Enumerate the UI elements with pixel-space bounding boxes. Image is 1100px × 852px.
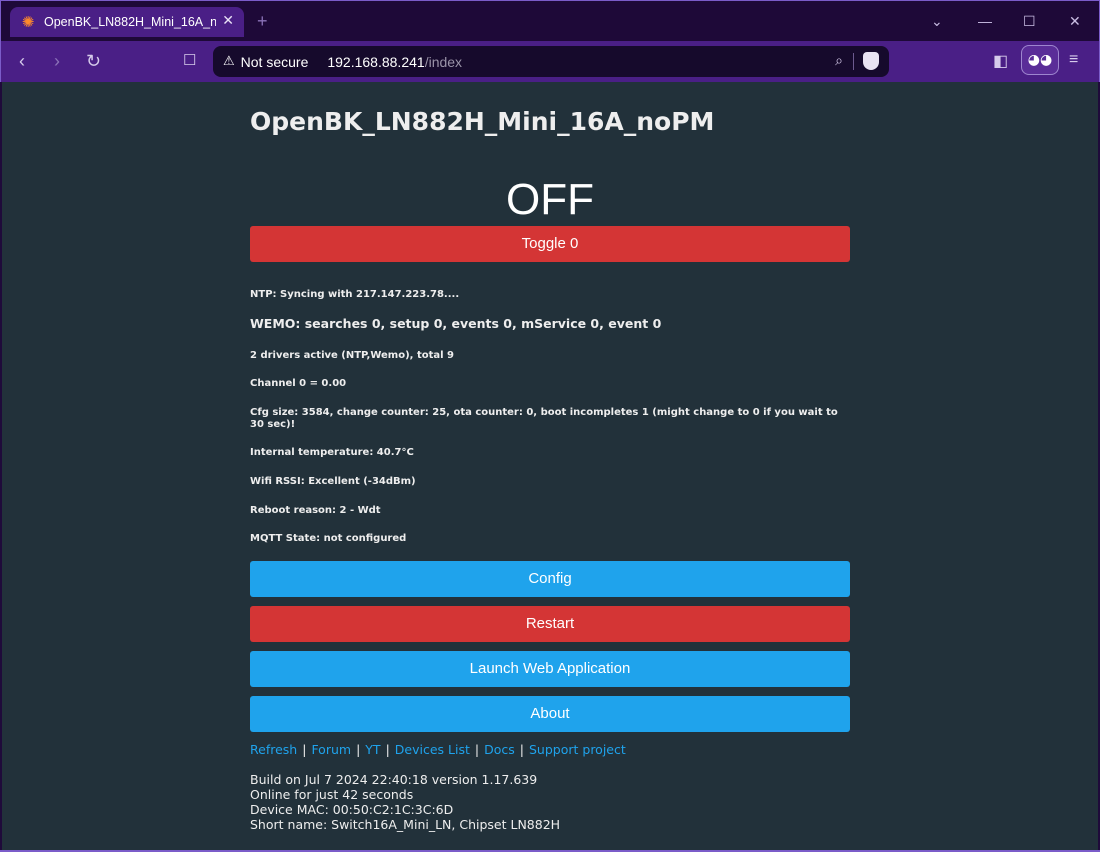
link-separator: | xyxy=(474,742,480,757)
sidebar-icon[interactable]: ◧ xyxy=(993,51,1008,71)
drivers-status: 2 drivers active (NTP,Wemo), total 9 xyxy=(250,350,454,361)
link-separator: | xyxy=(356,742,361,757)
docs-link[interactable]: Docs xyxy=(484,742,515,757)
link-separator: | xyxy=(519,742,524,757)
reload-icon[interactable]: ↻ xyxy=(86,51,101,72)
config-button[interactable]: Config xyxy=(250,561,850,597)
relay-state: OFF xyxy=(506,175,594,224)
temperature-status: Internal temperature: 40.7°C xyxy=(250,447,414,458)
forward-icon[interactable]: › xyxy=(54,51,60,72)
reboot-reason-status: Reboot reason: 2 - Wdt xyxy=(250,505,381,516)
divider xyxy=(853,53,854,70)
security-indicator[interactable]: Not secure xyxy=(241,54,309,70)
channel-status: Channel 0 = 0.00 xyxy=(250,378,347,389)
yt-link[interactable]: YT xyxy=(365,742,380,757)
mac-info: Device MAC: 00:50:C2:1C:3C:6D xyxy=(250,802,454,817)
minimize-icon[interactable]: — xyxy=(978,13,992,29)
build-info: Build on Jul 7 2024 22:40:18 version 1.1… xyxy=(250,772,538,787)
browser-toolbar: ‹ › ↻ ☐ ⚠ Not secure 192.168.88.241/inde… xyxy=(0,41,1100,82)
short-name-info: Short name: Switch16A_Mini_LN, Chipset L… xyxy=(250,817,561,832)
restart-button[interactable]: Restart xyxy=(250,606,850,642)
link-separator: | xyxy=(385,742,390,757)
private-mode-icon[interactable]: ◕◕ xyxy=(1021,45,1059,75)
forum-link[interactable]: Forum xyxy=(311,742,351,757)
link-separator: | xyxy=(302,742,307,757)
page-title: OpenBK_LN882H_Mini_16A_noPM xyxy=(250,107,715,136)
url-host: 192.168.88.241 xyxy=(327,53,425,70)
mqtt-status: MQTT State: not configured xyxy=(250,533,407,544)
openbk-favicon-icon: ✺ xyxy=(21,13,35,31)
close-window-icon[interactable]: ✕ xyxy=(1069,13,1081,30)
back-icon[interactable]: ‹ xyxy=(19,51,25,72)
new-tab-button[interactable]: + xyxy=(257,11,268,32)
launch-web-app-button[interactable]: Launch Web Application xyxy=(250,651,850,687)
refresh-link[interactable]: Refresh xyxy=(250,742,297,757)
bookmark-icon[interactable]: ☐ xyxy=(183,51,196,69)
tab-title: OpenBK_LN882H_Mini_16A_noPM xyxy=(44,15,216,29)
cfg-status: Cfg size: 3584, change counter: 25, ota … xyxy=(250,407,838,430)
footer-links: Refresh | Forum | YT | Devices List | Docs | Suppo… xyxy=(250,742,626,757)
zoom-icon[interactable]: ⌕ xyxy=(835,53,843,69)
wifi-rssi-status: Wifi RSSI: Excellent (-34dBm) xyxy=(250,476,416,487)
tab-close-icon[interactable]: ✕ xyxy=(222,13,234,29)
maximize-icon[interactable]: ☐ xyxy=(1023,13,1036,30)
about-button[interactable]: About xyxy=(250,696,850,732)
ntp-status: NTP: Syncing with 217.147.223.78.... xyxy=(250,289,460,300)
browser-tab[interactable]: ✺ OpenBK_LN882H_Mini_16A_noPM ✕ xyxy=(10,7,244,37)
toggle-button[interactable]: Toggle 0 xyxy=(250,226,850,262)
wemo-status: WEMO: searches 0, setup 0, events 0, mSe… xyxy=(250,316,662,331)
tab-search-icon[interactable]: ⌄ xyxy=(931,13,943,30)
address-bar[interactable]: ⚠ Not secure 192.168.88.241/index ⌕ xyxy=(213,46,889,77)
devices-list-link[interactable]: Devices List xyxy=(395,742,470,757)
brave-shields-icon[interactable] xyxy=(863,52,879,70)
url-path: /index xyxy=(424,53,463,70)
warning-icon[interactable]: ⚠ xyxy=(223,54,235,69)
menu-icon[interactable]: ≡ xyxy=(1069,51,1078,69)
device-info: Build on Jul 7 2024 22:40:18 version 1.1… xyxy=(250,772,560,832)
web-page: OpenBK_LN882H_Mini_16A_noPM OFF Toggle 0… xyxy=(2,82,1098,850)
support-project-link[interactable]: Support project xyxy=(529,742,626,757)
uptime-info: Online for just 42 seconds xyxy=(250,787,414,802)
tab-strip: ✺ OpenBK_LN882H_Mini_16A_noPM ✕ + ⌄ — ☐ … xyxy=(0,0,1100,41)
